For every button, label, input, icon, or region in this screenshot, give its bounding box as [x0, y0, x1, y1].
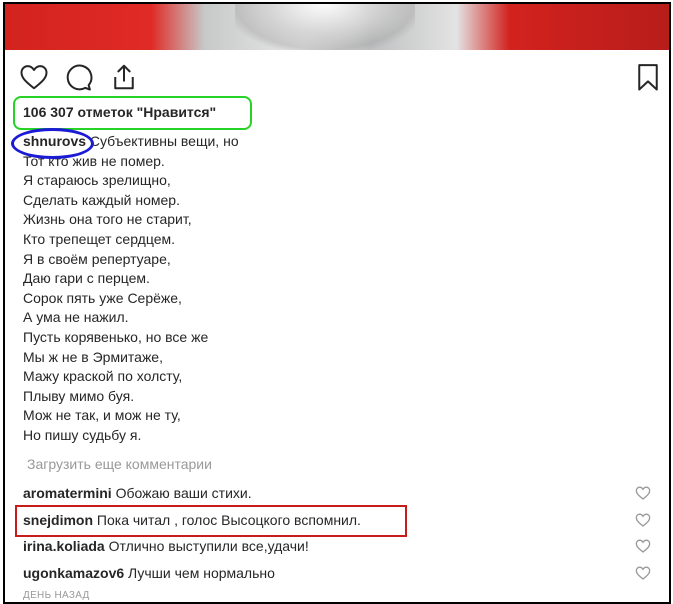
- comment-button[interactable]: [63, 62, 93, 92]
- comments-list: aromatermini Обожаю ваши стихи. snejdimo…: [23, 484, 663, 590]
- caption-line: Плыву мимо буя.: [23, 387, 135, 404]
- action-bar: [17, 62, 658, 94]
- caption-line: Кто трепещет сердцем.: [23, 230, 176, 247]
- comment-text: Лучши чем нормально: [128, 564, 275, 581]
- share-button[interactable]: [109, 62, 139, 92]
- comment-like-button[interactable]: [635, 538, 651, 554]
- caption-line: Жизнь она того не старит,: [23, 211, 192, 228]
- caption-line: Сделать каждый номер.: [23, 191, 180, 208]
- caption-line: Я в своём репертуаре,: [23, 250, 171, 267]
- comment-like-button[interactable]: [635, 485, 651, 501]
- author-highlight: [11, 128, 94, 159]
- caption-line: Мы ж не в Эрмитаже,: [23, 348, 163, 365]
- comment-text: Отлично выступили все,удачи!: [108, 538, 309, 554]
- caption-line: Но пишу судьбу я.: [23, 426, 142, 443]
- comment-username[interactable]: irina.koliada: [23, 538, 105, 554]
- comment-item: ugonkamazov6 Лучши чем нормально: [23, 564, 663, 591]
- heart-icon: [635, 486, 651, 500]
- caption-line: Тот кто жив не помер.: [23, 152, 165, 169]
- save-button[interactable]: [633, 62, 663, 92]
- heart-icon: [20, 65, 48, 90]
- bookmark-icon: [638, 64, 658, 91]
- caption-line: Пусть корявенько, но все же: [23, 328, 209, 345]
- comment-like-button[interactable]: [635, 512, 651, 528]
- heart-icon: [635, 539, 651, 553]
- comment-item: irina.koliada Отлично выступили все,удач…: [23, 537, 663, 564]
- comment-bubble-icon: [66, 64, 93, 91]
- likes-highlight: [13, 96, 252, 130]
- heart-icon: [635, 566, 651, 580]
- post-caption: shnurovs Субъективны вещи, но Тот кто жи…: [23, 132, 623, 446]
- post-timestamp: ДЕНЬ НАЗАД: [23, 590, 90, 601]
- comment-username[interactable]: ugonkamazov6: [23, 565, 124, 581]
- caption-line: Даю гари с перцем.: [23, 270, 150, 287]
- caption-text: Субъективны вещи, но: [89, 133, 239, 149]
- comment-highlight: [15, 505, 407, 537]
- load-more-comments-link[interactable]: Загрузить еще комментарии: [27, 456, 212, 472]
- comment-like-button[interactable]: [635, 565, 651, 581]
- share-icon: [114, 64, 134, 90]
- comment-username[interactable]: aromatermini: [23, 485, 112, 501]
- caption-line: А ума не нажил.: [23, 309, 129, 326]
- photo-detail: [235, 4, 415, 50]
- caption-first-line: shnurovs Субъективны вещи, но: [23, 132, 623, 152]
- caption-line: Мажу краской по холсту,: [23, 368, 183, 385]
- caption-line: Я стараюсь зрелищно,: [23, 172, 171, 189]
- like-button[interactable]: [19, 62, 49, 92]
- caption-line: Мож не так, и мож не ту,: [23, 407, 181, 424]
- post-photo[interactable]: [5, 4, 669, 50]
- comment-text: Обожаю ваши стихи.: [115, 485, 252, 501]
- instagram-post: 106 307 отметок "Нравится" shnurovs Субъ…: [3, 2, 671, 604]
- caption-line: Сорок пять уже Серёже,: [23, 289, 182, 306]
- heart-icon: [635, 513, 651, 527]
